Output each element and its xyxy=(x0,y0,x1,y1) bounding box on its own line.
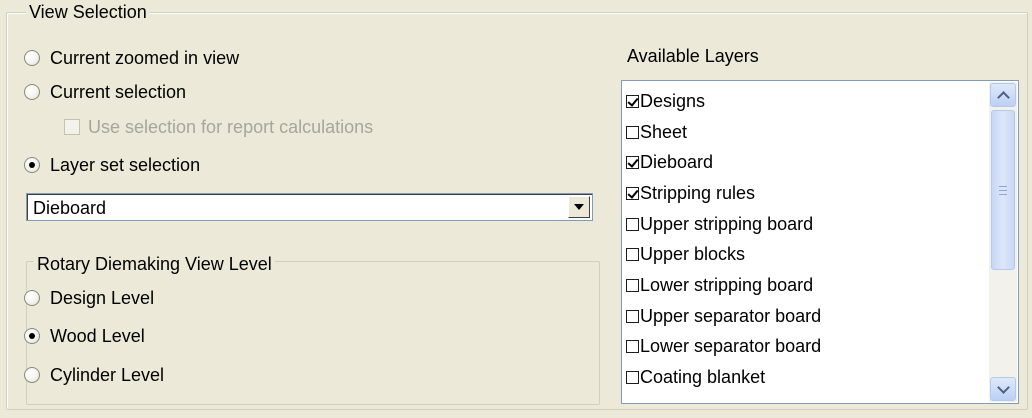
available-layers-label: Available Layers xyxy=(627,46,759,66)
chevron-down-icon xyxy=(574,204,584,210)
layer-label: Lower separator board xyxy=(640,336,822,357)
grip-icon xyxy=(999,185,1007,195)
layer-item-dieboard[interactable]: Dieboard xyxy=(626,147,821,178)
checkbox-icon[interactable] xyxy=(64,119,80,135)
checkbox-icon[interactable] xyxy=(626,309,639,323)
radio-label: Cylinder Level xyxy=(50,364,165,385)
dropdown-value: Dieboard xyxy=(33,198,107,218)
layer-set-dropdown[interactable]: Dieboard xyxy=(26,193,593,221)
layer-item-upper-stripping-board[interactable]: Upper stripping board xyxy=(626,209,821,240)
dropdown-button[interactable] xyxy=(568,196,590,218)
radio-label: Layer set selection xyxy=(50,154,201,175)
scroll-down-button[interactable] xyxy=(990,377,1016,401)
layer-label: Upper blocks xyxy=(640,244,746,265)
radio-current-selection[interactable]: Current selection xyxy=(24,78,186,106)
checkbox-icon[interactable] xyxy=(626,125,639,139)
radio-current-zoomed-view[interactable]: Current zoomed in view xyxy=(24,44,239,72)
use-selection-checkbox[interactable]: Use selection for report calculations xyxy=(64,114,373,140)
radio-circle-icon[interactable] xyxy=(24,84,40,100)
layer-label: Upper separator board xyxy=(640,305,822,326)
checkbox-icon[interactable] xyxy=(626,340,639,354)
scroll-up-button[interactable] xyxy=(990,83,1016,107)
scrollbar-thumb[interactable] xyxy=(991,110,1015,270)
layer-label: Upper stripping board xyxy=(640,213,814,234)
radio-circle-icon[interactable] xyxy=(24,290,40,306)
layer-label: Dieboard xyxy=(640,152,714,173)
layer-label: Stripping rules xyxy=(640,182,756,203)
radio-label: Wood Level xyxy=(50,325,145,346)
checkbox-icon[interactable] xyxy=(626,186,639,200)
available-layers-list[interactable]: Designs Sheet Dieboard Stripping rules U… xyxy=(621,80,1019,404)
rotary-view-level-title: Rotary Diemaking View Level xyxy=(34,252,275,276)
checkbox-icon[interactable] xyxy=(626,248,639,262)
layer-item-lower-separator-board[interactable]: Lower separator board xyxy=(626,332,821,363)
checkbox-icon[interactable] xyxy=(626,156,639,170)
view-selection-title: View Selection xyxy=(26,0,150,24)
layer-item-stripping-rules[interactable]: Stripping rules xyxy=(626,178,821,209)
chevron-up-icon xyxy=(996,90,1010,104)
radio-circle-icon[interactable] xyxy=(24,328,40,344)
radio-layer-set-selection[interactable]: Layer set selection xyxy=(24,151,200,179)
layer-item-upper-blocks[interactable]: Upper blocks xyxy=(626,239,821,270)
layer-item-coating-blanket[interactable]: Coating blanket xyxy=(626,362,821,393)
radio-circle-icon[interactable] xyxy=(24,157,40,173)
radio-circle-icon[interactable] xyxy=(24,50,40,66)
checkbox-icon[interactable] xyxy=(626,217,639,231)
layer-label: Lower stripping board xyxy=(640,274,814,295)
radio-label: Current selection xyxy=(50,81,187,102)
layer-item-designs[interactable]: Designs xyxy=(626,86,821,117)
layer-label: Designs xyxy=(640,90,706,111)
chevron-down-icon xyxy=(996,380,1010,394)
checkbox-icon[interactable] xyxy=(626,371,639,385)
checkbox-icon[interactable] xyxy=(626,278,639,292)
checkbox-label: Use selection for report calculations xyxy=(88,116,374,137)
layer-label: Coating blanket xyxy=(640,367,766,388)
layers-scrollbar[interactable] xyxy=(989,82,1017,402)
radio-design-level[interactable]: Design Level xyxy=(24,284,154,312)
radio-circle-icon[interactable] xyxy=(24,367,40,383)
radio-label: Current zoomed in view xyxy=(50,47,240,68)
layer-item-sheet[interactable]: Sheet xyxy=(626,117,821,148)
radio-cylinder-level[interactable]: Cylinder Level xyxy=(24,361,164,389)
checkbox-icon[interactable] xyxy=(626,94,639,108)
radio-wood-level[interactable]: Wood Level xyxy=(24,322,145,350)
layer-item-lower-stripping-board[interactable]: Lower stripping board xyxy=(626,270,821,301)
radio-label: Design Level xyxy=(50,287,155,308)
layer-label: Sheet xyxy=(640,121,688,142)
layer-item-upper-separator-board[interactable]: Upper separator board xyxy=(626,301,821,332)
